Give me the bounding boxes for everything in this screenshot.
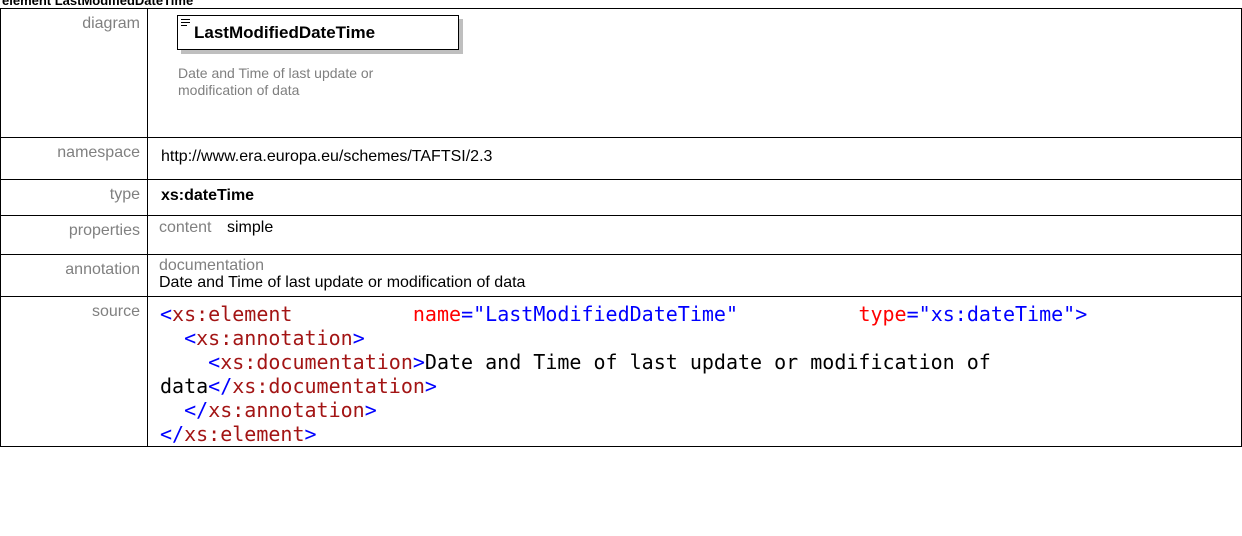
type-link[interactable]: xs:dateTime [148,180,1241,205]
row-type: type xs:dateTime [0,179,1242,216]
row-properties: properties content simple [0,215,1242,255]
row-source: source <xs:element name="LastModifiedDat… [0,296,1242,447]
property-value: simple [227,219,274,236]
element-doc-line2: modification of data [178,82,300,98]
element-name: LastModifiedDateTime [194,23,376,42]
namespace-value: http://www.era.europa.eu/schemes/TAFTSI/… [161,148,493,165]
annotation-value: Date and Time of last update or modifica… [159,274,526,291]
property-content: content simple [148,216,1241,237]
row-annotation: annotation documentation Date and Time o… [0,254,1242,297]
schema-diagram: LastModifiedDateTime Date and Time of la… [177,15,1241,133]
source-code: <xs:element name="LastModifiedDateTime" … [160,302,1088,446]
row-diagram: diagram LastModifiedDateTime Date and Ti… [0,8,1242,138]
lines-icon [181,19,190,27]
row-namespace: namespace http://www.era.europa.eu/schem… [0,137,1242,180]
element-doc-line1: Date and Time of last update or [178,65,374,81]
label-source: source [0,296,148,447]
label-properties: properties [0,215,148,255]
element-doc-table: diagram LastModifiedDateTime Date and Ti… [0,8,1242,447]
label-annotation: annotation [0,254,148,297]
label-namespace: namespace [0,137,148,180]
property-key: content [159,219,212,236]
element-box[interactable]: LastModifiedDateTime [177,15,459,50]
annotation-key: documentation [159,257,264,274]
page-heading: element LastModifiedDateTime [2,0,194,8]
diagram-cell: LastModifiedDateTime Date and Time of la… [147,8,1242,138]
label-diagram: diagram [0,8,148,138]
element-doc: Date and Time of last update or modifica… [178,65,478,99]
label-type: type [0,179,148,216]
